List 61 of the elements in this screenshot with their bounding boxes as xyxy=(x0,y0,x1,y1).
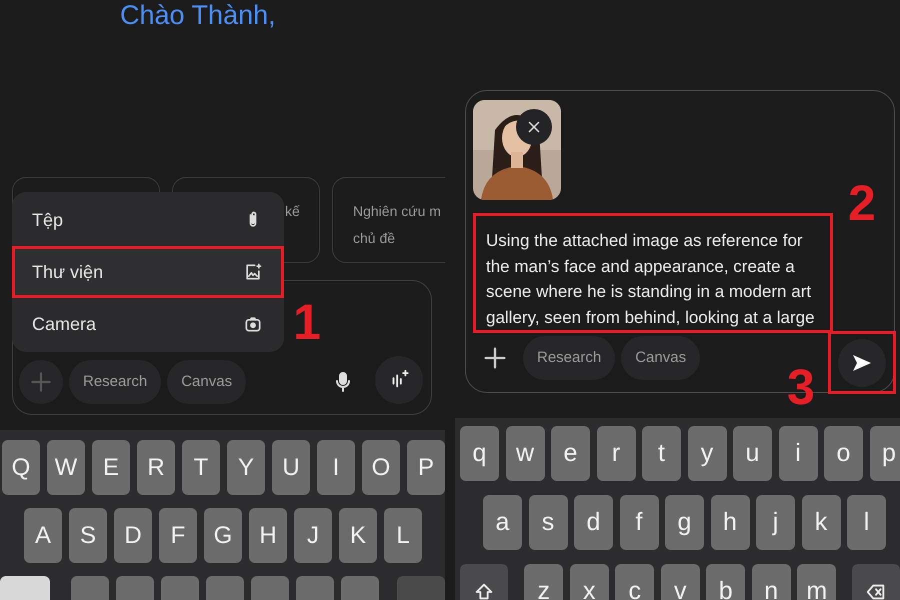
keyboard-key[interactable]: w xyxy=(506,426,544,481)
keyboard-key[interactable]: h xyxy=(710,495,750,550)
keyboard-key[interactable]: c xyxy=(615,564,654,600)
keyboard-key[interactable]: E xyxy=(92,440,130,495)
step-number: 2 xyxy=(848,178,876,228)
keyboard-key[interactable]: k xyxy=(802,495,840,550)
keyboard-key[interactable]: S xyxy=(69,508,107,563)
keyboard-key[interactable]: I xyxy=(317,440,355,495)
keyboard-key[interactable]: r xyxy=(596,426,636,481)
keyboard-key[interactable]: f xyxy=(620,495,658,550)
keyboard-key[interactable]: i xyxy=(778,426,818,481)
chip-button[interactable]: Canvas xyxy=(167,360,246,404)
send-button[interactable] xyxy=(828,331,896,394)
keyboard-key[interactable]: u xyxy=(733,426,772,481)
greeting: Chào Thành, xyxy=(120,0,276,30)
live-button[interactable] xyxy=(375,356,423,404)
menu-item[interactable]: Camera xyxy=(12,298,284,350)
keyboard-key[interactable]: z xyxy=(524,564,564,600)
keyboard-key[interactable]: q xyxy=(460,426,499,481)
keyboard-key[interactable]: d xyxy=(574,495,613,550)
menu-item[interactable]: Tệp xyxy=(12,194,284,246)
step-number: 1 xyxy=(293,297,321,347)
keyboard-key[interactable]: y xyxy=(688,426,726,481)
keyboard-key[interactable]: L xyxy=(384,508,422,563)
chip-button[interactable]: Canvas xyxy=(621,336,700,380)
shift-icon xyxy=(473,580,495,600)
keyboard-key[interactable]: H xyxy=(249,508,287,563)
keyboard-key[interactable]: K xyxy=(339,508,377,563)
prompt-field[interactable]: Using the attached image as reference for the man’s face and appearance, create a scene where he is standing in a modern art gallery, seen from behind, looking at a large xyxy=(473,213,833,333)
keyboard-key[interactable]: O xyxy=(362,440,400,495)
keyboard-key[interactable]: G xyxy=(204,508,242,563)
keyboard-key[interactable]: e xyxy=(551,426,590,481)
keyboard-key[interactable]: l xyxy=(847,495,886,550)
keyboard-key[interactable]: D xyxy=(114,508,152,563)
keyboard-key[interactable]: U xyxy=(272,440,310,495)
keyboard-key[interactable]: b xyxy=(706,564,746,600)
keyboard-key[interactable]: Q xyxy=(2,440,40,495)
keyboard-key[interactable]: F xyxy=(159,508,197,563)
keyboard-key[interactable]: R xyxy=(137,440,175,495)
keyboard-key[interactable]: v xyxy=(660,564,700,600)
chip-button[interactable]: Research xyxy=(69,360,162,404)
keyboard-key[interactable]: Y xyxy=(227,440,265,495)
chip-button[interactable]: Research xyxy=(523,336,616,380)
keyboard-key[interactable]: j xyxy=(756,495,795,550)
keyboard-key[interactable]: g xyxy=(665,495,704,550)
keyboard-key[interactable]: P xyxy=(407,440,445,495)
keyboard-key[interactable]: o xyxy=(824,426,863,481)
menu-item[interactable]: Thư viện xyxy=(12,246,284,298)
keyboard-key[interactable]: W xyxy=(47,440,85,495)
keyboard-key[interactable]: x xyxy=(570,564,609,600)
keyboard-key[interactable]: n xyxy=(752,564,791,600)
keyboard-key[interactable]: J xyxy=(294,508,332,563)
keyboard-key[interactable]: s xyxy=(528,495,568,550)
step-number: 3 xyxy=(787,362,815,412)
keyboard-key[interactable]: p xyxy=(870,426,900,481)
send-icon xyxy=(852,354,872,372)
keyboard-key[interactable]: T xyxy=(182,440,220,495)
keyboard-key[interactable]: m xyxy=(797,564,836,600)
keyboard-key[interactable]: t xyxy=(642,426,681,481)
keyboard-key[interactable]: a xyxy=(483,495,522,550)
keyboard-key[interactable]: A xyxy=(24,508,62,563)
